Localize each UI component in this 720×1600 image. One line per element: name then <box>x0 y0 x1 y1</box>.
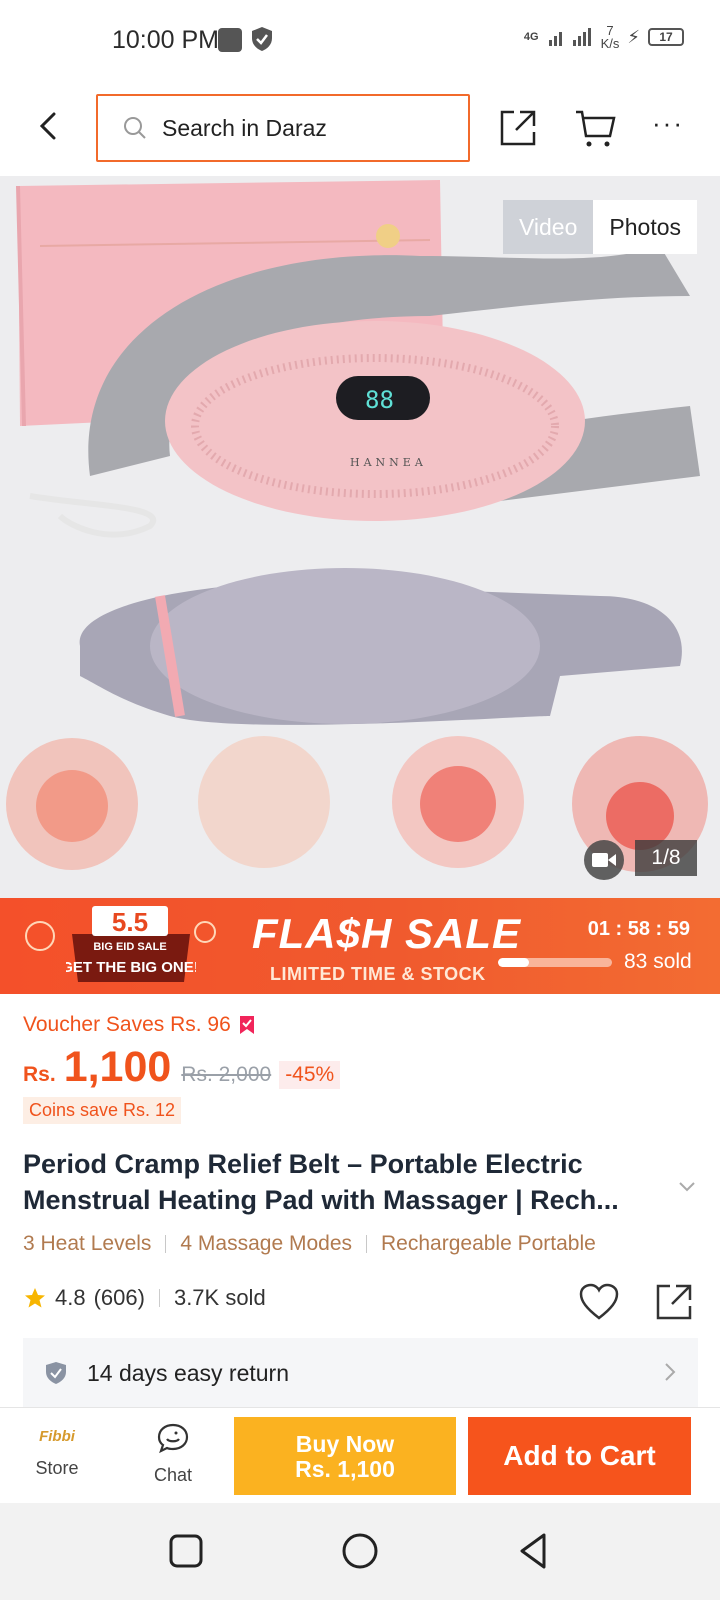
svg-text:5.5: 5.5 <box>112 907 148 937</box>
rating-divider <box>158 1289 160 1307</box>
chat-icon <box>157 1423 189 1454</box>
share-icon[interactable] <box>652 1280 696 1324</box>
store-button[interactable]: Fibbi Store <box>24 1422 90 1492</box>
battery-icon: 17 <box>648 28 684 46</box>
svg-text:BIG EID SALE: BIG EID SALE <box>93 941 166 953</box>
price-currency: Rs. <box>23 1063 56 1086</box>
back-arrow-icon[interactable] <box>30 106 70 146</box>
flash-sale-banner[interactable]: 5.5 BIG EID SALE GET THE BIG ONE! FLA$H … <box>0 898 720 994</box>
store-label: Store <box>35 1458 79 1478</box>
svg-text:GET THE BIG ONE!: GET THE BIG ONE! <box>66 959 196 976</box>
chat-label: Chat <box>153 1465 193 1485</box>
chevron-right-icon <box>665 1363 676 1381</box>
feature-tag: 4 Massage Modes <box>180 1232 353 1255</box>
tab-photos[interactable]: Photos <box>593 200 697 254</box>
feature-tag: 3 Heat Levels <box>23 1232 152 1255</box>
add-to-cart-button[interactable]: Add to Cart <box>468 1417 691 1495</box>
coins-badge: Coins save Rs. 12 <box>23 1097 182 1124</box>
return-policy-row[interactable]: 14 days easy return <box>23 1338 698 1408</box>
return-policy-text: 14 days easy return <box>87 1359 290 1386</box>
svg-text:HANNEA: HANNEA <box>350 456 427 469</box>
sold-total: 3.7K sold <box>173 1285 266 1310</box>
shield-icon <box>250 26 274 57</box>
video-play-icon[interactable] <box>584 840 624 880</box>
rating-row[interactable]: 4.8 (606) 3.7K sold <box>23 1285 266 1311</box>
heart-icon[interactable] <box>578 1282 620 1322</box>
system-nav-bar <box>0 1503 720 1600</box>
flash-sale-title: FLA$H SALE <box>252 910 522 957</box>
product-image-gallery[interactable]: 88 HANNEA Video Photos 1/8 <box>0 176 720 898</box>
svg-text:88: 88 <box>365 386 394 414</box>
voucher-icon <box>239 1016 254 1034</box>
media-tabs: Video Photos <box>502 200 697 254</box>
share-icon[interactable] <box>496 106 540 150</box>
back-nav-icon[interactable] <box>514 1531 554 1571</box>
feature-tag: Rechargeable Portable <box>381 1232 596 1255</box>
search-input[interactable]: Search in Daraz <box>96 94 470 162</box>
buy-now-button[interactable]: Buy Now Rs. 1,100 <box>234 1417 456 1495</box>
flash-sale-subtitle: LIMITED TIME & STOCK <box>270 964 486 984</box>
top-header: Search in Daraz ··· <box>0 78 720 176</box>
star-icon <box>25 1288 45 1308</box>
store-logo: Fibbi <box>39 1428 75 1445</box>
bottom-action-bar: Fibbi Store Chat Buy Now Rs. 1,100 Add t… <box>0 1407 720 1503</box>
status-time: 10:00 PM <box>112 26 220 54</box>
feature-tags: 3 Heat Levels 4 Massage Modes Rechargeab… <box>23 1232 596 1256</box>
voucher-text: Voucher Saves Rs. 96 <box>23 1013 231 1036</box>
image-page-counter: 1/8 <box>635 840 697 876</box>
product-title: Period Cramp Relief Belt – Portable Elec… <box>23 1149 619 1215</box>
sold-progress-fill <box>498 957 529 967</box>
network-4g-label: 4G <box>523 31 539 43</box>
shield-check-icon <box>46 1362 66 1384</box>
countdown-timer: 01 : 58 : 59 <box>587 918 690 940</box>
sold-progress-bar <box>498 957 612 967</box>
voucher-savings[interactable]: Voucher Saves Rs. 96 <box>23 1013 255 1037</box>
search-placeholder: Search in Daraz <box>162 114 327 141</box>
price-row: Rs. 1,100 Rs. 2,000 -45% <box>23 1043 341 1092</box>
sold-progress-group: 83 sold <box>498 950 692 974</box>
notification-square-icon <box>218 28 242 52</box>
rating-value: 4.8 <box>55 1285 86 1310</box>
net-speed: 7 K/s <box>600 23 620 51</box>
product-image: 88 HANNEA <box>0 176 720 898</box>
buy-now-price: Rs. 1,100 <box>295 1456 395 1482</box>
charging-icon: ⚡ <box>627 26 640 47</box>
home-icon[interactable] <box>340 1531 380 1571</box>
chat-button[interactable]: Chat <box>140 1422 206 1492</box>
tab-video[interactable]: Video <box>502 200 594 254</box>
discount-badge: -45% <box>279 1061 341 1089</box>
more-icon[interactable]: ··· <box>652 108 692 148</box>
eid-sale-badge: 5.5 BIG EID SALE GET THE BIG ONE! <box>66 906 196 982</box>
sold-count: 83 sold <box>624 950 692 973</box>
current-price: 1,100 <box>63 1043 172 1091</box>
signal-icon <box>548 28 591 46</box>
recent-apps-icon[interactable] <box>166 1531 206 1571</box>
search-icon <box>124 117 146 139</box>
status-right-group: 4G 7 K/s ⚡ 17 <box>524 24 684 50</box>
review-count: (606) <box>93 1285 145 1310</box>
feature-divider <box>165 1235 167 1253</box>
original-price: Rs. 2,000 <box>181 1063 272 1086</box>
chevron-down-icon[interactable] <box>678 1180 696 1198</box>
buy-now-label: Buy Now <box>295 1431 395 1457</box>
feature-divider <box>366 1235 368 1253</box>
cart-icon[interactable] <box>574 106 618 150</box>
status-bar: 10:00 PM 4G 7 K/s ⚡ 17 <box>0 0 720 78</box>
